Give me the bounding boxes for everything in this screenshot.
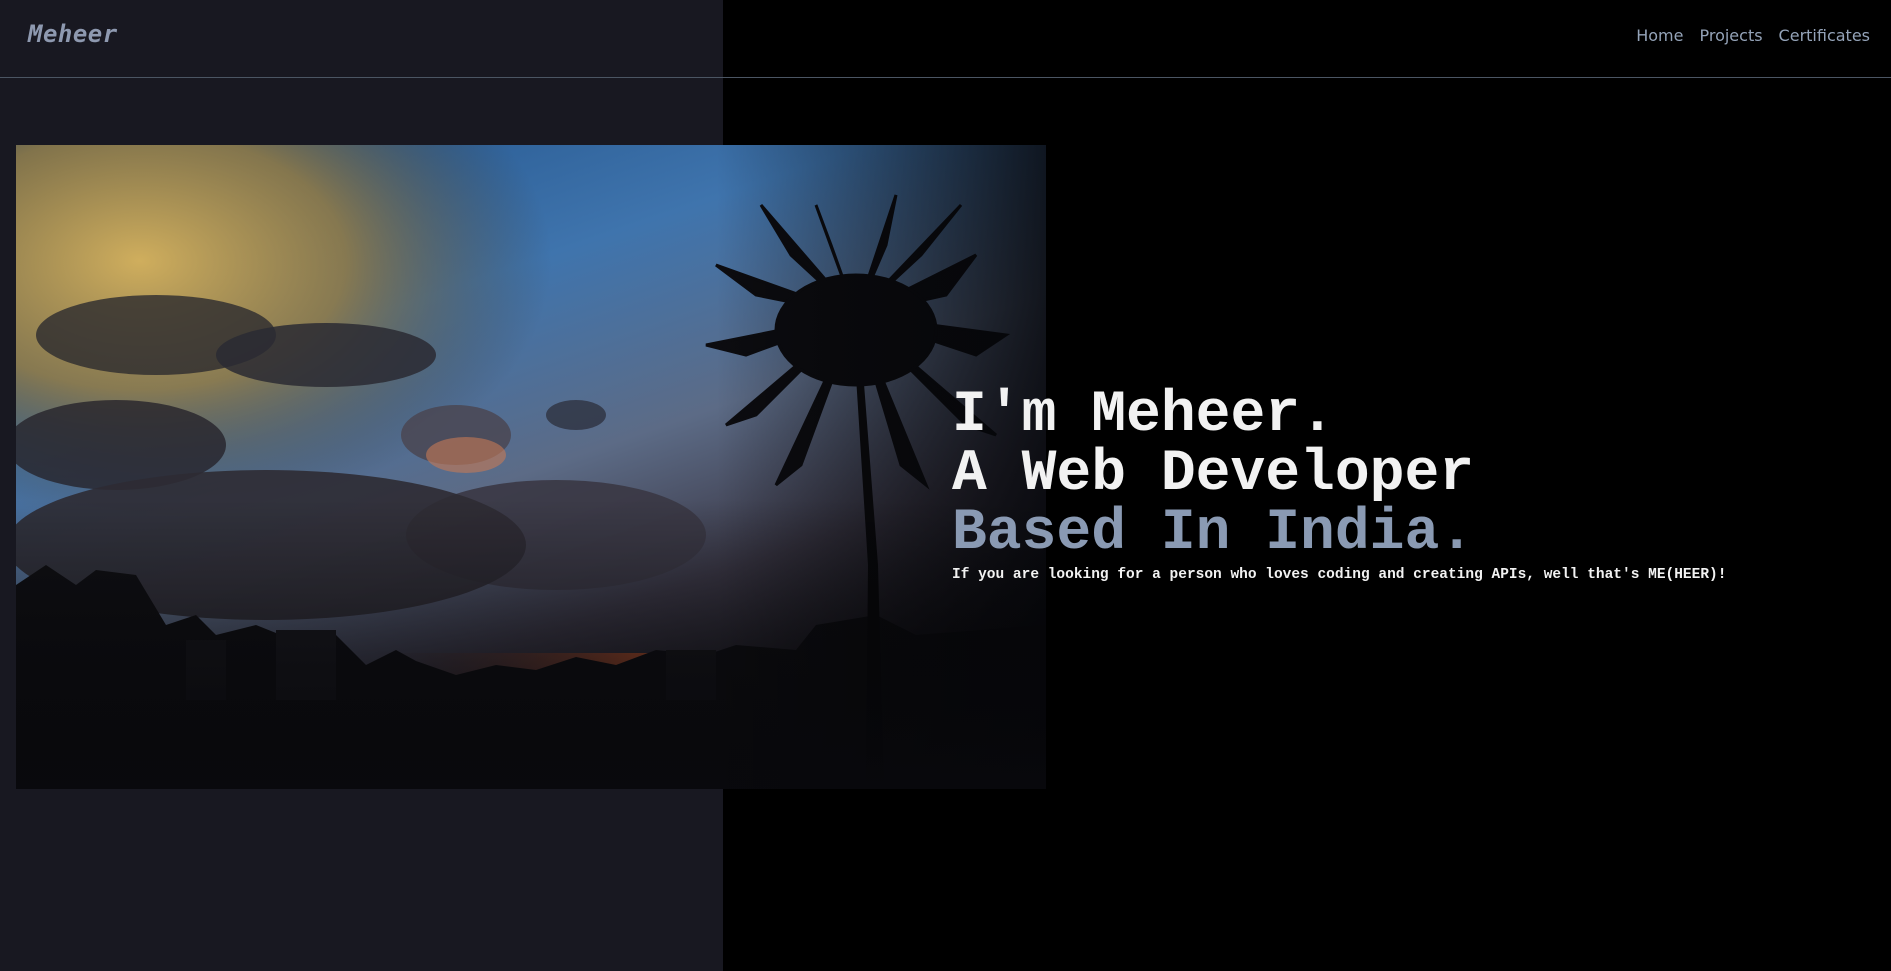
page: Meheer Home Projects Certificates I'm Me… bbox=[0, 0, 1891, 971]
sunset-palm-illustration bbox=[16, 145, 1046, 789]
nav-links: Home Projects Certificates bbox=[1636, 26, 1870, 45]
headline-intro: I'm Meheer. bbox=[952, 383, 1335, 448]
brand-logo[interactable]: Meheer bbox=[28, 20, 118, 48]
nav-link-projects[interactable]: Projects bbox=[1699, 26, 1762, 45]
headline-location: Based In India. bbox=[952, 501, 1475, 566]
nav-link-certificates[interactable]: Certificates bbox=[1779, 26, 1870, 45]
nav-link-home[interactable]: Home bbox=[1636, 26, 1683, 45]
hero-text: I'm Meheer. A Web Developer Based In Ind… bbox=[952, 386, 1726, 598]
hero-tagline: If you are looking for a person who love… bbox=[952, 567, 1727, 583]
hero-sunset-photo bbox=[16, 145, 1046, 789]
navbar: Meheer Home Projects Certificates bbox=[0, 0, 1891, 78]
headline-role: A Web Developer bbox=[952, 442, 1475, 507]
